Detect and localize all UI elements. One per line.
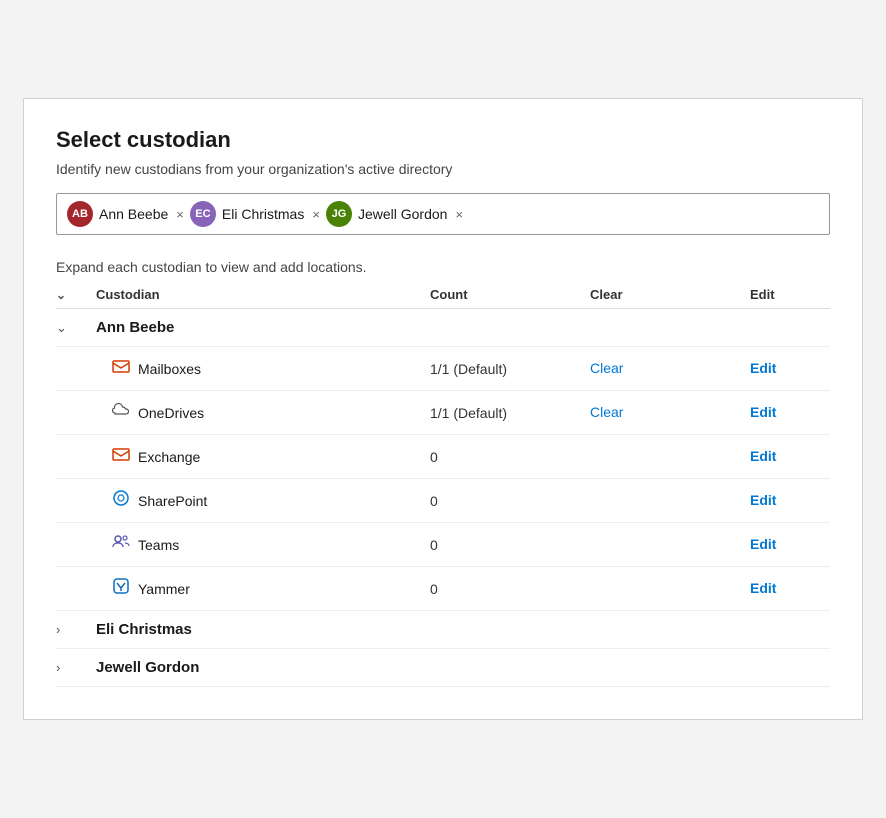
custodian-search-box[interactable]: AB Ann Beebe × EC Eli Christmas × JG Jewell Gor… — [56, 193, 830, 235]
service-count-0-4: 0 — [430, 537, 590, 553]
header-count: Count — [430, 287, 590, 302]
custodian-name-1: Eli Christmas — [96, 621, 430, 638]
custodian-chevron-0[interactable]: ⌄ — [56, 320, 96, 336]
page-subtitle: Identify new custodians from your organi… — [56, 161, 830, 177]
header-edit: Edit — [750, 287, 830, 302]
service-count-0-5: 0 — [430, 581, 590, 597]
custodian-name-0: Ann Beebe — [96, 319, 430, 336]
chip-avatar-chip-ab: AB — [67, 201, 93, 227]
chip-remove-chip-ec[interactable]: × — [312, 208, 320, 221]
page-title: Select custodian — [56, 127, 830, 153]
table-header: ⌄ Custodian Count Clear Edit — [56, 287, 830, 309]
clear-link-0-1[interactable]: Clear — [590, 404, 623, 420]
service-count-0-2: 0 — [430, 449, 590, 465]
header-custodian: Custodian — [96, 287, 430, 302]
service-icon-onedrive — [112, 401, 130, 424]
edit-link-0-1[interactable]: Edit — [750, 404, 776, 420]
service-row-0-0: Mailboxes 1/1 (Default)Clear Edit — [56, 347, 830, 391]
service-icon-sharepoint — [112, 489, 130, 512]
service-name-2: Exchange — [138, 449, 200, 465]
custodian-name-2: Jewell Gordon — [96, 659, 430, 676]
service-name-5: Yammer — [138, 581, 190, 597]
chip-chip-jg: JG Jewell Gordon × — [326, 201, 463, 227]
chip-chip-ab: AB Ann Beebe × — [67, 201, 184, 227]
table-body: ⌄Ann Beebe Mailboxes1/1 (Default)ClearEd… — [56, 309, 830, 687]
edit-link-0-5[interactable]: Edit — [750, 580, 776, 596]
edit-link-0-0[interactable]: Edit — [750, 360, 776, 376]
service-row-0-3: SharePoint 0 Edit — [56, 479, 830, 523]
chip-name-chip-ec: Eli Christmas — [222, 206, 304, 222]
edit-link-0-4[interactable]: Edit — [750, 536, 776, 552]
chip-name-chip-ab: Ann Beebe — [99, 206, 168, 222]
header-clear: Clear — [590, 287, 750, 302]
custodian-row-1: ›Eli Christmas — [56, 611, 830, 649]
chip-remove-chip-jg[interactable]: × — [455, 208, 463, 221]
service-icon-yammer — [112, 577, 130, 600]
custodian-chevron-1[interactable]: › — [56, 622, 96, 637]
service-count-0-1: 1/1 (Default) — [430, 405, 590, 421]
clear-link-0-0[interactable]: Clear — [590, 360, 623, 376]
service-name-0: Mailboxes — [138, 361, 201, 377]
chip-chip-ec: EC Eli Christmas × — [190, 201, 320, 227]
custodian-chevron-2[interactable]: › — [56, 660, 96, 675]
edit-link-0-2[interactable]: Edit — [750, 448, 776, 464]
chip-avatar-chip-jg: JG — [326, 201, 352, 227]
chip-name-chip-jg: Jewell Gordon — [358, 206, 448, 222]
chip-remove-chip-ab[interactable]: × — [176, 208, 184, 221]
service-count-0-3: 0 — [430, 493, 590, 509]
service-row-0-2: Exchange 0 Edit — [56, 435, 830, 479]
service-name-1: OneDrives — [138, 405, 204, 421]
edit-link-0-3[interactable]: Edit — [750, 492, 776, 508]
select-custodian-panel: Select custodian Identify new custodians… — [23, 98, 863, 720]
custodian-row-2: ›Jewell Gordon — [56, 649, 830, 687]
service-row-0-1: OneDrives 1/1 (Default)Clear Edit — [56, 391, 830, 435]
service-row-0-5: Yammer 0 Edit — [56, 567, 830, 611]
service-row-0-4: Teams 0 Edit — [56, 523, 830, 567]
expand-label: Expand each custodian to view and add lo… — [56, 259, 830, 275]
service-icon-mailbox — [112, 357, 130, 380]
service-icon-teams — [112, 533, 130, 556]
service-count-0-0: 1/1 (Default) — [430, 361, 590, 377]
custodian-row-0: ⌄Ann Beebe — [56, 309, 830, 347]
chip-avatar-chip-ec: EC — [190, 201, 216, 227]
collapse-all-icon[interactable]: ⌄ — [56, 288, 66, 302]
service-name-4: Teams — [138, 537, 179, 553]
service-name-3: SharePoint — [138, 493, 207, 509]
service-icon-exchange — [112, 445, 130, 468]
